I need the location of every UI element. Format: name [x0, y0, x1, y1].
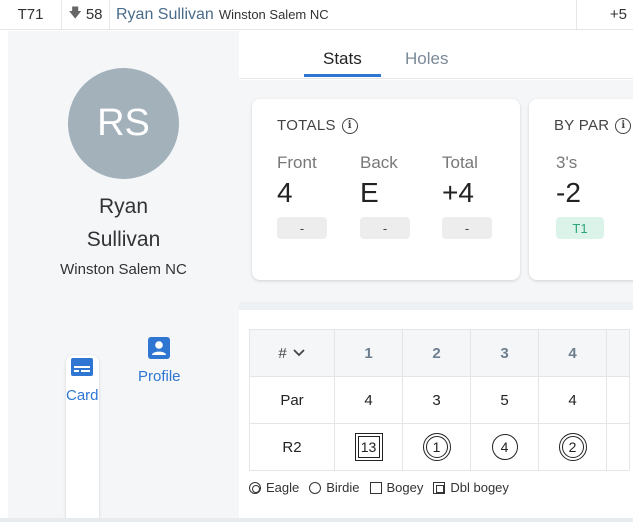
- profile-button-label: Profile: [138, 368, 181, 385]
- hole-score-cell: 13: [334, 423, 403, 471]
- player-cell: Ryan Sullivan Winston Salem NC: [110, 6, 576, 24]
- stat-value: -2: [556, 177, 581, 208]
- par-value: 4: [334, 376, 403, 424]
- movement: 🡇 58: [62, 0, 110, 30]
- circled-score: 4: [491, 434, 518, 460]
- active-tab-indicator: [304, 74, 381, 77]
- bogey-symbol-icon: [369, 481, 382, 494]
- stat-value: 4: [277, 177, 293, 208]
- eagle-score: 1: [422, 433, 451, 461]
- down-arrow-icon: 🡇: [68, 4, 82, 20]
- player-location: Winston Salem NC: [218, 6, 329, 22]
- hole-number: 1: [334, 329, 403, 377]
- totals-title-text: TOTALS: [277, 117, 336, 134]
- card-button[interactable]: Card: [66, 355, 99, 522]
- legend-label: Birdie: [326, 480, 360, 495]
- player-hometown: Winston Salem NC: [60, 261, 187, 278]
- double-bogey-score: 13: [354, 433, 383, 461]
- tab-bar: Stats Holes: [239, 31, 633, 79]
- stat-par3: 3's -2 T1: [556, 153, 604, 239]
- legend-eagle: Eagle: [249, 480, 299, 495]
- legend-dbl-bogey: Dbl bogey: [433, 480, 509, 495]
- player-profile-panel: RS Ryan Sullivan Winston Salem NC Card P…: [8, 31, 239, 522]
- stat-label: Front: [277, 153, 317, 172]
- hole-score-cell: 4: [470, 423, 539, 471]
- hole-number: [606, 329, 630, 377]
- stat-label: 3's: [556, 153, 578, 172]
- section-divider: [239, 302, 633, 310]
- stat-label: Back: [360, 153, 398, 172]
- stat-rank-chip: -: [360, 217, 410, 239]
- chevron-down-icon: [293, 349, 305, 357]
- card-icon: [71, 358, 94, 376]
- score-legend: Eagle Birdie Bogey Dbl bogey: [249, 480, 509, 495]
- info-icon[interactable]: i: [615, 117, 632, 134]
- hole-number: 4: [538, 329, 607, 377]
- movement-value: 58: [85, 6, 103, 23]
- avatar: RS: [68, 68, 179, 179]
- player-last-name: Sullivan: [86, 228, 161, 251]
- legend-label: Bogey: [386, 480, 424, 495]
- hole-score-cell: [606, 423, 630, 471]
- totals-title: TOTALS i: [277, 117, 358, 134]
- par-value: 3: [402, 376, 471, 424]
- birdie-symbol-icon: [309, 481, 322, 494]
- profile-icon: [148, 337, 171, 359]
- scorecard-table: # 1 2 3 4 Par 4 3 5 4 R2 13 1 4 2: [249, 329, 630, 471]
- stat-rank-chip: -: [277, 217, 327, 239]
- legend-bogey: Bogey: [369, 480, 424, 495]
- par-value: [606, 376, 630, 424]
- eagle-score: 2: [558, 433, 587, 461]
- row-label: R2: [249, 423, 335, 471]
- par-value: 5: [470, 376, 539, 424]
- legend-label: Dbl bogey: [450, 480, 509, 495]
- legend-birdie: Birdie: [309, 480, 360, 495]
- double-bogey-symbol-icon: [433, 481, 446, 494]
- hole-score-cell: 2: [538, 423, 607, 471]
- player-name-link[interactable]: Ryan Sullivan: [116, 6, 214, 24]
- main-panel: Stats Holes TOTALS i Front 4 - Back E - …: [239, 31, 633, 518]
- legend-label: Eagle: [266, 480, 300, 495]
- info-icon[interactable]: i: [341, 117, 358, 134]
- par-value: 4: [538, 376, 607, 424]
- stat-value: E: [360, 177, 379, 208]
- stat-front: Front 4 -: [277, 153, 327, 239]
- profile-button[interactable]: Profile: [138, 336, 181, 385]
- stat-rank-chip: T1: [556, 217, 604, 239]
- player-full-name: Ryan Sullivan: [8, 190, 239, 256]
- card-button-label: Card: [66, 387, 99, 404]
- stat-back: Back E -: [360, 153, 410, 239]
- eagle-symbol-icon: [249, 481, 261, 494]
- hole-sort-toggle[interactable]: #: [249, 329, 335, 377]
- leaderboard-row[interactable]: T71 🡇 58 Ryan Sullivan Winston Salem NC …: [0, 0, 633, 30]
- stat-total: Total +4 -: [442, 153, 492, 239]
- tab-stats[interactable]: Stats: [323, 49, 362, 69]
- player-first-name: Ryan: [98, 195, 149, 218]
- stat-label: Total: [442, 153, 478, 172]
- by-par-title-text: BY PAR: [554, 117, 610, 134]
- tab-holes[interactable]: Holes: [405, 49, 448, 69]
- scorecard-round-row: R2 13 1 4 2: [249, 423, 630, 471]
- bottom-divider: [0, 518, 633, 522]
- row-label: Par: [249, 376, 335, 424]
- scorecard-header-row: # 1 2 3 4: [249, 329, 630, 377]
- total-score: +5: [576, 0, 633, 30]
- hole-number: 3: [470, 329, 539, 377]
- position: T71: [0, 0, 62, 30]
- hole-number: 2: [402, 329, 471, 377]
- hole-score-cell: 1: [402, 423, 471, 471]
- stats-cards-area: TOTALS i Front 4 - Back E - Total +4 - B…: [239, 80, 633, 302]
- by-par-card: BY PAR i 3's -2 T1: [529, 99, 633, 280]
- scorecard-par-row: Par 4 3 5 4: [249, 376, 630, 424]
- stat-value: +4: [442, 177, 474, 208]
- stat-rank-chip: -: [442, 217, 492, 239]
- totals-card: TOTALS i Front 4 - Back E - Total +4 -: [252, 99, 520, 280]
- hole-header: #: [278, 344, 287, 362]
- by-par-title: BY PAR i: [554, 117, 632, 134]
